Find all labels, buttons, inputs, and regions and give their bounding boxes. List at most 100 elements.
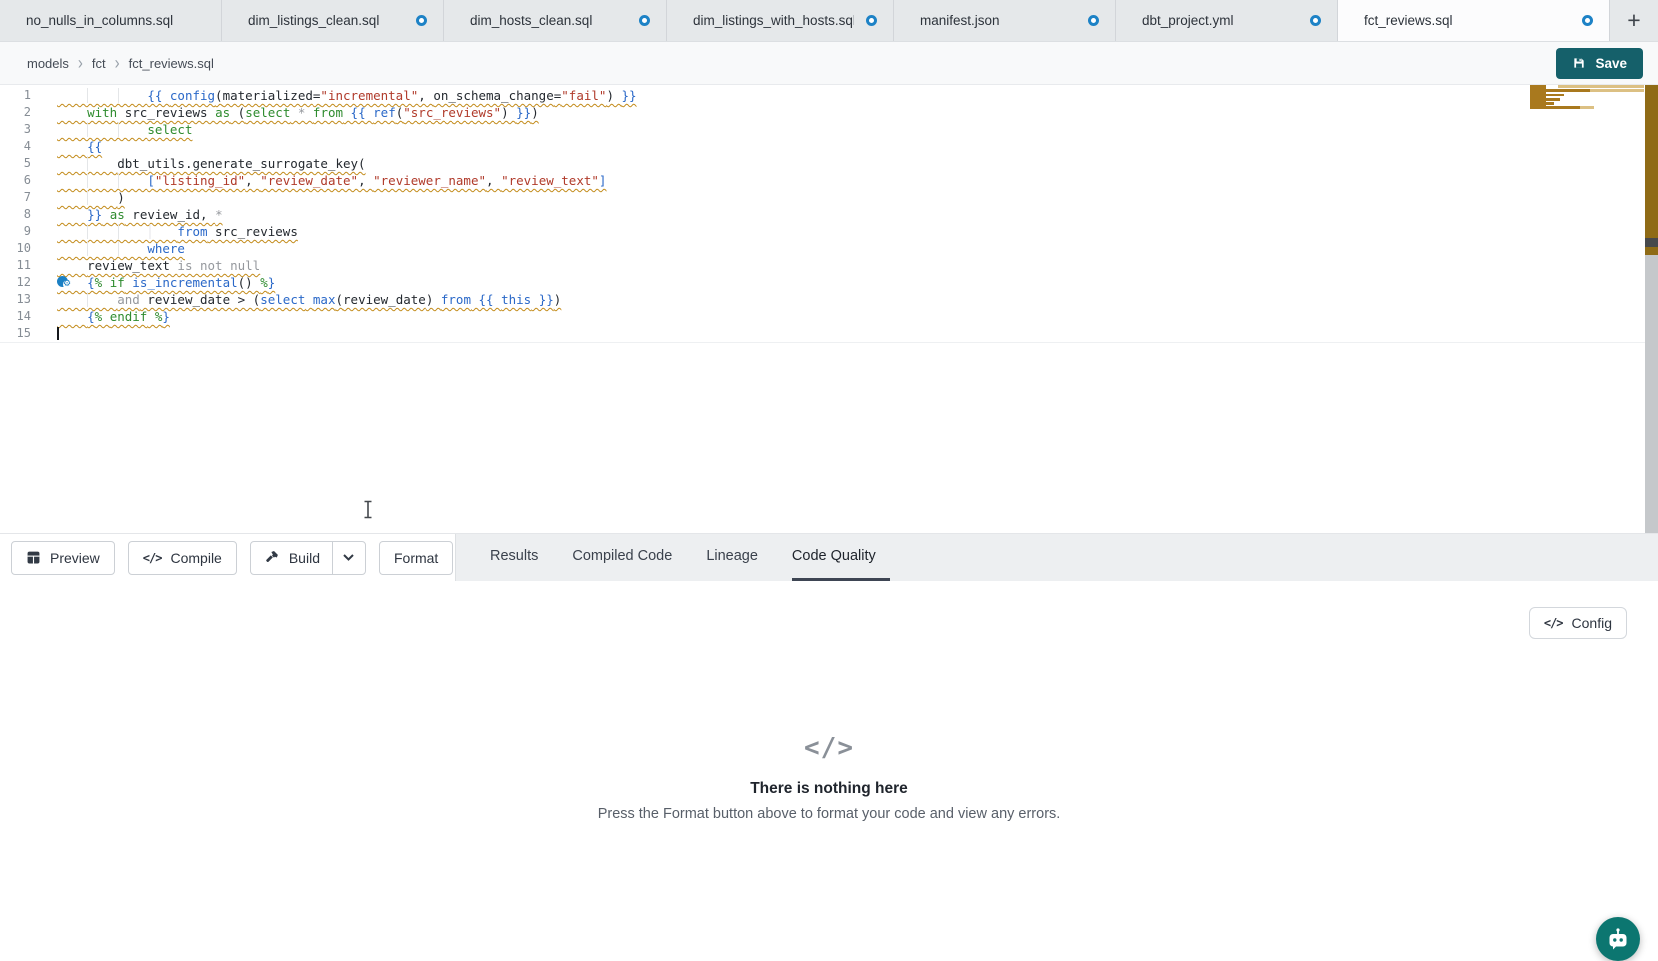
build-button[interactable]: Build [251, 542, 332, 574]
chevron-down-icon [342, 553, 355, 562]
mouse-ibeam-cursor [362, 500, 374, 523]
tab-label: dim_hosts_clean.sql [470, 13, 592, 28]
code-line-12[interactable]: 12 {% if is_incremental() %} [0, 274, 1658, 291]
preview-button[interactable]: Preview [11, 541, 115, 575]
path-bar: models›fct›fct_reviews.sql Save [0, 42, 1658, 85]
tab-label: dim_listings_with_hosts.sql [693, 13, 854, 28]
line-content: }} as review_id, * [57, 206, 223, 223]
code-icon: </> [1544, 616, 1563, 630]
line-text: ["listing_id", "review_date", "reviewer_… [57, 173, 606, 188]
code-line-2[interactable]: 2 with src_reviews as (select * from {{ … [0, 104, 1658, 121]
indent-whitespace [57, 122, 147, 137]
code-line-9[interactable]: 9 from src_reviews [0, 223, 1658, 240]
code-editor[interactable]: 1 {{ config(materialized="incremental", … [0, 85, 1658, 533]
line-number: 14 [0, 308, 44, 325]
editor-scrollbar[interactable] [1645, 85, 1658, 533]
file-tab-fct_reviews-sql[interactable]: fct_reviews.sql [1338, 0, 1610, 41]
indent-whitespace [57, 190, 117, 205]
indent-whitespace [57, 224, 177, 239]
code-line-11[interactable]: 11 review_text is not null [0, 257, 1658, 274]
indent-whitespace [57, 156, 117, 171]
hammer-icon [265, 550, 280, 565]
empty-state-title: There is nothing here [750, 780, 908, 798]
editor-toolbar: Preview </> Compile Build [0, 533, 1658, 581]
file-tab-dim_hosts_clean-sql[interactable]: dim_hosts_clean.sql [444, 0, 667, 41]
line-number: 2 [0, 104, 44, 121]
save-button[interactable]: Save [1556, 48, 1643, 79]
tab-label: fct_reviews.sql [1364, 13, 1453, 28]
line-content: dbt_utils.generate_surrogate_key( [57, 155, 366, 172]
indent-whitespace [57, 292, 117, 307]
indent-whitespace [57, 88, 147, 103]
line-content: from src_reviews [57, 223, 298, 240]
indent-whitespace [57, 258, 87, 273]
line-text: {{ config(materialized="incremental", on… [57, 88, 637, 103]
tab-lineage[interactable]: Lineage [706, 534, 758, 581]
toolbar-actions: Preview </> Compile Build [0, 534, 455, 581]
file-tabs: no_nulls_in_columns.sqldim_listings_clea… [0, 0, 1610, 41]
line-text: where [57, 241, 185, 256]
code-line-3[interactable]: 3 select [0, 121, 1658, 138]
line-text: review_text is not null [57, 258, 260, 273]
line-text: {% if is_incremental() %} [57, 275, 275, 290]
code-line-7[interactable]: 7 ) [0, 189, 1658, 206]
line-content: where [57, 240, 185, 257]
tab-code-quality[interactable]: Code Quality [792, 534, 890, 581]
line-content: ["listing_id", "review_date", "reviewer_… [57, 172, 606, 189]
code-line-4[interactable]: 4 {{ [0, 138, 1658, 155]
chat-assistant-button[interactable] [1596, 917, 1640, 961]
line-content: with src_reviews as (select * from {{ re… [57, 104, 539, 121]
file-tab-manifest-json[interactable]: manifest.json [894, 0, 1116, 41]
breadcrumb-item[interactable]: models [27, 56, 69, 71]
scrollbar-thumb[interactable] [1645, 238, 1658, 247]
empty-state: </> There is nothing here Press the Form… [0, 581, 1658, 822]
line-number: 9 [0, 223, 44, 240]
code-line-6[interactable]: 6 ["listing_id", "review_date", "reviewe… [0, 172, 1658, 189]
build-dropdown-button[interactable] [332, 542, 365, 574]
line-content: {{ [57, 138, 102, 155]
modified-indicator-icon [866, 15, 877, 26]
line-number: 13 [0, 291, 44, 308]
modified-indicator-icon [1088, 15, 1099, 26]
file-tab-no_nulls_in_columns-sql[interactable]: no_nulls_in_columns.sql [0, 0, 222, 41]
line-content: and review_date > (select max(review_dat… [57, 291, 561, 308]
preview-label: Preview [50, 550, 100, 566]
file-tab-dbt_project-yml[interactable]: dbt_project.yml [1116, 0, 1338, 41]
tab-compiled-code[interactable]: Compiled Code [572, 534, 672, 581]
config-button[interactable]: </> Config [1529, 607, 1627, 639]
code-line-10[interactable]: 10 where [0, 240, 1658, 257]
modified-indicator-icon [416, 15, 427, 26]
indent-whitespace [57, 105, 87, 120]
compile-button[interactable]: </> Compile [128, 541, 237, 575]
tab-label: dbt_project.yml [1142, 13, 1234, 28]
format-button[interactable]: Format [379, 541, 453, 575]
code-line-5[interactable]: 5 dbt_utils.generate_surrogate_key( [0, 155, 1658, 172]
table-icon [26, 550, 41, 565]
modified-indicator-icon [1582, 15, 1593, 26]
indent-whitespace [57, 207, 87, 222]
file-tab-dim_listings_with_hosts-sql[interactable]: dim_listings_with_hosts.sql [667, 0, 894, 41]
code-line-1[interactable]: 1 {{ config(materialized="incremental", … [0, 87, 1658, 104]
tab-results[interactable]: Results [490, 534, 538, 581]
quick-fix-icon[interactable] [57, 276, 68, 287]
line-number: 3 [0, 121, 44, 138]
indent-whitespace [57, 173, 147, 188]
empty-state-subtitle: Press the Format button above to format … [598, 806, 1061, 822]
code-lines: 1 {{ config(materialized="incremental", … [0, 85, 1658, 343]
build-split-button: Build [250, 541, 366, 575]
code-line-14[interactable]: 14 {% endif %} [0, 308, 1658, 325]
code-line-13[interactable]: 13 and review_date > (select max(review_… [0, 291, 1658, 308]
file-tab-dim_listings_clean-sql[interactable]: dim_listings_clean.sql [222, 0, 444, 41]
new-tab-button[interactable]: + [1610, 0, 1658, 41]
code-line-15[interactable]: 15 [0, 325, 1658, 343]
format-label: Format [394, 550, 438, 566]
line-number: 7 [0, 189, 44, 206]
modified-indicator-icon [639, 15, 650, 26]
breadcrumb-item[interactable]: fct_reviews.sql [129, 56, 214, 71]
breadcrumb-item[interactable]: fct [92, 56, 106, 71]
indent-whitespace [57, 139, 87, 154]
line-text: select [57, 122, 192, 137]
line-number: 6 [0, 172, 44, 189]
code-line-8[interactable]: 8 }} as review_id, * [0, 206, 1658, 223]
indent-whitespace [57, 241, 147, 256]
